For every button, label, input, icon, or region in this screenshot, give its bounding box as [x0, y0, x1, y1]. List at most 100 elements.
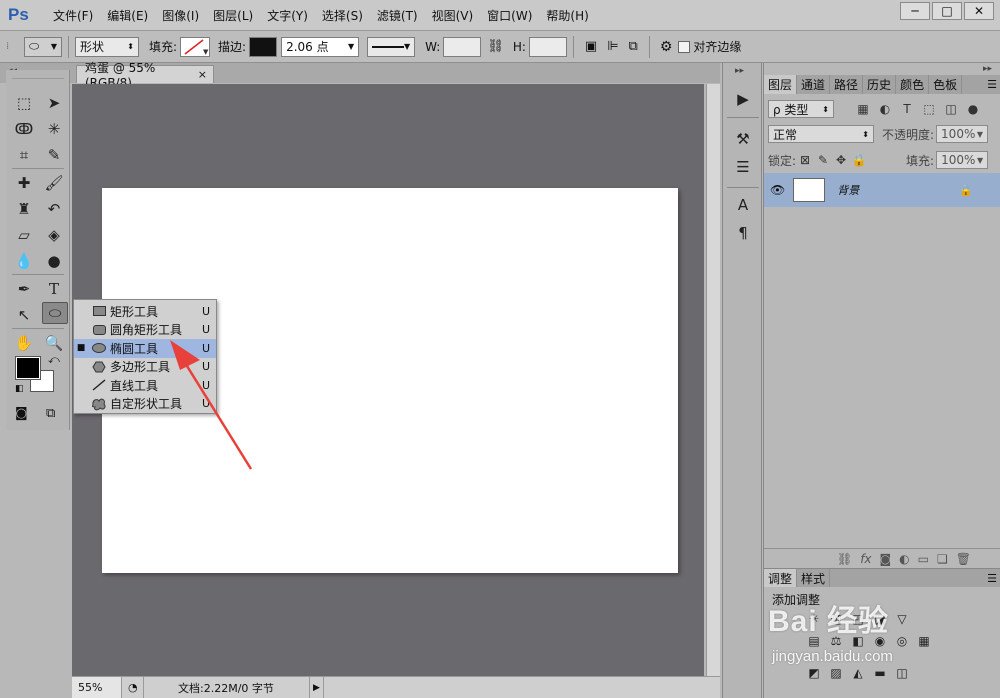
lasso-tool-icon[interactable]: ↂ [12, 118, 36, 140]
blur-tool-icon[interactable]: 💧 [12, 250, 36, 272]
fill-field[interactable]: 100% ▼ [936, 151, 989, 169]
gradient-map-icon[interactable]: ▬ [872, 665, 888, 681]
channel-mixer-icon[interactable]: ◎ [894, 633, 910, 649]
collapse-icon[interactable]: ▸▸ [735, 66, 744, 76]
clone-stamp-tool-icon[interactable]: ♜ [12, 198, 36, 220]
layer-row-background[interactable]: 👁 背景 🔒 [764, 173, 1000, 207]
menu-help[interactable]: 帮助(H) [539, 0, 595, 31]
color-lookup-icon[interactable]: ▦ [916, 633, 932, 649]
lock-transparency-icon[interactable]: ⊠ [796, 151, 814, 169]
default-colors-icon[interactable]: ◧ [15, 384, 24, 394]
path-alignment-icon[interactable]: ⊫ [607, 39, 618, 54]
menu-edit[interactable]: 编辑(E) [100, 0, 155, 31]
close-button[interactable]: ✕ [964, 2, 994, 20]
dodge-tool-icon[interactable]: ● [42, 250, 66, 272]
menu-image[interactable]: 图像(I) [155, 0, 206, 31]
tab-layers[interactable]: 图层 [764, 75, 798, 94]
eyedropper-tool-icon[interactable]: ✎ [42, 144, 66, 166]
smart-object-filter-icon[interactable]: ◫ [942, 100, 960, 118]
invert-icon[interactable]: ◩ [806, 665, 822, 681]
foreground-color-swatch[interactable] [15, 356, 41, 380]
type-tool-icon[interactable]: T [42, 278, 66, 300]
exposure-icon[interactable]: ◪ [872, 611, 888, 627]
menu-filter[interactable]: 滤镜(T) [370, 0, 425, 31]
status-info-icon[interactable]: ◔ [122, 676, 144, 698]
play-actions-icon[interactable]: ▶ [730, 87, 756, 111]
tab-styles[interactable]: 样式 [797, 569, 831, 587]
type-filter-icon[interactable]: T [898, 100, 916, 118]
healing-brush-tool-icon[interactable]: ✚ [12, 172, 36, 194]
marquee-tool-icon[interactable]: ⬚ [12, 92, 36, 114]
zoom-level[interactable]: 55% [72, 676, 122, 698]
menu-file[interactable]: 文件(F) [46, 0, 100, 31]
menu-select[interactable]: 选择(S) [315, 0, 370, 31]
black-white-icon[interactable]: ◧ [850, 633, 866, 649]
pixel-filter-icon[interactable]: ▦ [854, 100, 872, 118]
color-balance-icon[interactable]: ⚖ [828, 633, 844, 649]
visibility-eye-icon[interactable]: 👁 [770, 183, 785, 197]
selective-color-icon[interactable]: ◫ [894, 665, 910, 681]
layer-filter-select[interactable]: ρ 类型 ⬍ [768, 100, 834, 118]
minimize-button[interactable]: ─ [900, 2, 930, 20]
screen-mode-icon[interactable]: ⧉ [46, 406, 55, 421]
link-layers-icon[interactable]: ⛓ [837, 552, 852, 566]
tab-paths[interactable]: 路径 [830, 75, 864, 94]
menu-view[interactable]: 视图(V) [425, 0, 481, 31]
path-arrangement-icon[interactable]: ⧉ [629, 39, 638, 54]
crop-tool-icon[interactable]: ⌗ [12, 144, 36, 166]
panel-menu-icon[interactable]: ☰ [987, 75, 997, 94]
fx-icon[interactable]: fx [860, 552, 871, 566]
opacity-field[interactable]: 100% ▼ [936, 125, 989, 143]
ellipse-tool-icon[interactable]: ⬭ [42, 302, 68, 324]
eraser-tool-icon[interactable]: ▱ [12, 224, 36, 246]
adjustment-layer-icon[interactable]: ◐ [899, 552, 909, 566]
height-field[interactable] [528, 36, 567, 57]
threshold-icon[interactable]: ◭ [850, 665, 866, 681]
tab-channels[interactable]: 通道 [797, 75, 831, 94]
hue-saturation-icon[interactable]: ▤ [806, 633, 822, 649]
align-edges-checkbox[interactable] [678, 40, 691, 53]
zoom-tool-icon[interactable]: 🔍 [42, 332, 66, 354]
flyout-item-line[interactable]: 直线工具 U [74, 376, 216, 395]
properties-icon[interactable]: ☰ [730, 155, 756, 179]
photo-filter-icon[interactable]: ◉ [872, 633, 888, 649]
tab-history[interactable]: 历史 [863, 75, 897, 94]
flyout-item-rounded-rectangle[interactable]: 圆角矩形工具 U [74, 321, 216, 340]
curves-icon[interactable]: ◰ [850, 611, 866, 627]
filter-toggle-icon[interactable]: ● [964, 100, 982, 118]
paint-bucket-tool-icon[interactable]: ◈ [42, 224, 66, 246]
panel-menu-icon[interactable]: ☰ [987, 569, 997, 587]
lock-all-icon[interactable]: 🔒 [850, 151, 868, 169]
width-field[interactable] [443, 36, 482, 57]
fill-swatch[interactable]: ▼ [180, 36, 211, 57]
status-menu-arrow-icon[interactable]: ▶ [310, 676, 324, 698]
menu-type[interactable]: 文字(Y) [260, 0, 315, 31]
pen-tool-icon[interactable]: ✒ [12, 278, 36, 300]
brightness-contrast-icon[interactable]: ☀ [806, 611, 822, 627]
stroke-width-field[interactable]: 2.06 点 ▼ [281, 36, 360, 57]
levels-icon[interactable]: ▥ [828, 611, 844, 627]
vertical-scrollbar[interactable] [706, 84, 720, 676]
lock-position-icon[interactable]: ✥ [832, 151, 850, 169]
hand-tool-icon[interactable]: ✋ [12, 332, 36, 354]
trash-icon[interactable]: 🗑 [956, 552, 971, 566]
link-icon[interactable]: ⛓ [487, 39, 504, 54]
stroke-style-picker[interactable]: ▼ [367, 36, 416, 57]
menu-window[interactable]: 窗口(W) [480, 0, 539, 31]
tab-adjustments[interactable]: 调整 [764, 569, 798, 587]
collapse-icon[interactable]: ▸▸ [983, 64, 992, 74]
adjustment-filter-icon[interactable]: ◐ [876, 100, 894, 118]
gear-icon[interactable]: ⚙ [660, 39, 673, 55]
history-brush-tool-icon[interactable]: ↶ [42, 198, 66, 220]
path-operations-icon[interactable]: ▣ [585, 39, 597, 54]
document-tab[interactable]: 鸡蛋 @ 55%(RGB/8) × [76, 61, 214, 90]
shape-filter-icon[interactable]: ⬚ [920, 100, 938, 118]
path-selection-tool-icon[interactable]: ↖ [12, 304, 36, 326]
vibrance-icon[interactable]: ▽ [894, 611, 910, 627]
flyout-item-custom-shape[interactable]: 自定形状工具 U [74, 395, 216, 414]
flyout-item-polygon[interactable]: 多边形工具 U [74, 358, 216, 377]
new-layer-icon[interactable]: ❏ [937, 552, 948, 566]
tool-preset-picker[interactable]: ⬭ ▼ [24, 36, 62, 57]
maximize-button[interactable]: □ [932, 2, 962, 20]
lock-pixels-icon[interactable]: ✎ [814, 151, 832, 169]
